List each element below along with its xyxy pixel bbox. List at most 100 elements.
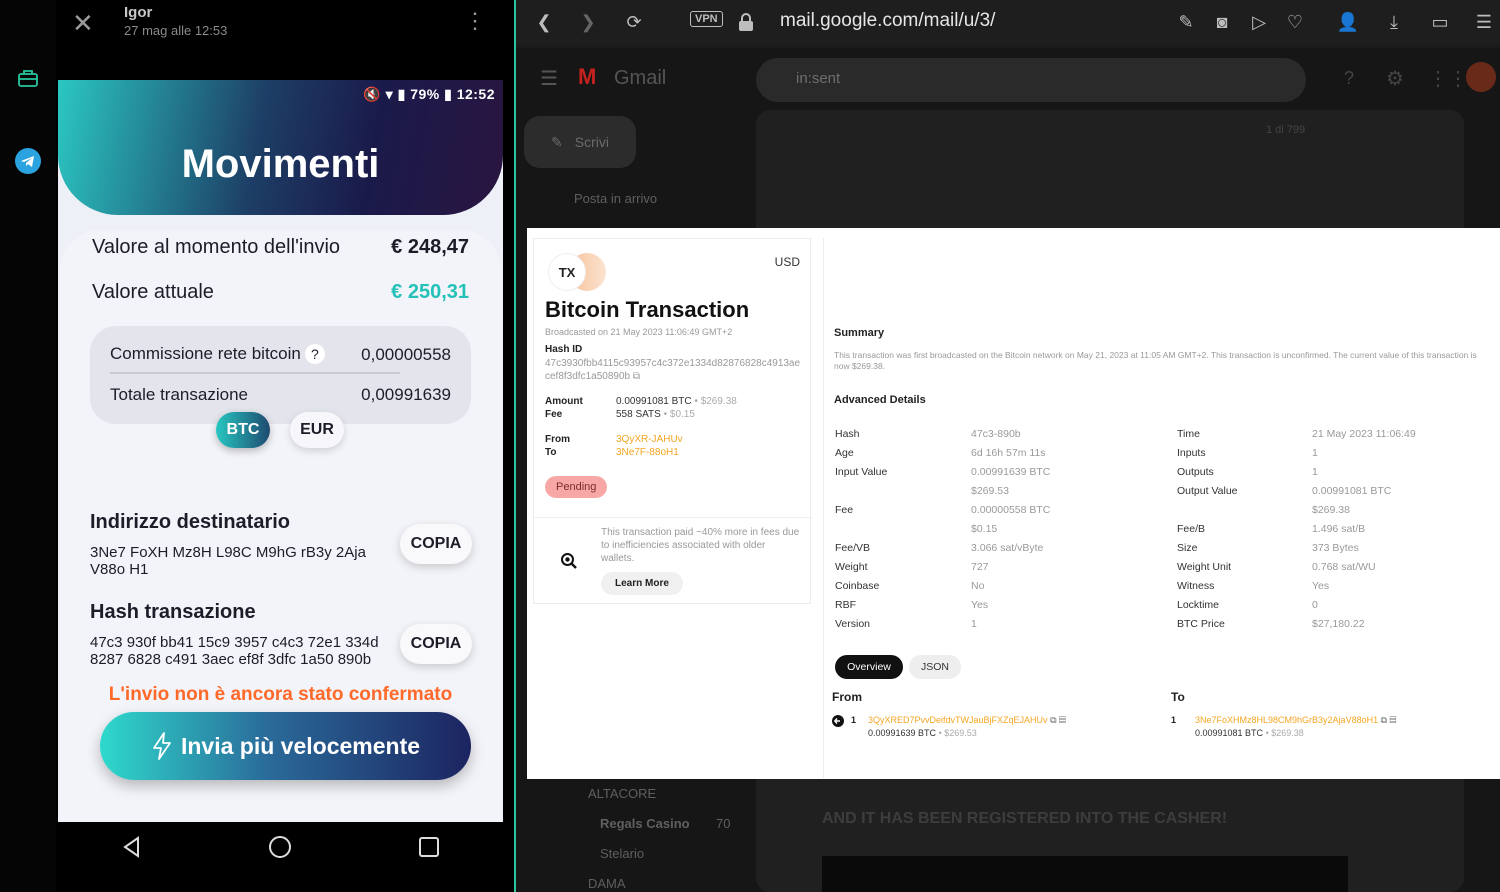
unconfirmed-warning: L'invio non è ancora stato confermato xyxy=(108,684,453,705)
detail-value: $0.15 xyxy=(971,523,998,535)
settings-icon[interactable]: ⚙ xyxy=(1386,66,1404,91)
address-bar[interactable]: mail.google.com/mail/u/3/ xyxy=(780,10,995,32)
magnifier-icon xyxy=(561,553,577,569)
detail-label: Input Value xyxy=(835,466,888,478)
copy-icon: ⧉ ▤ xyxy=(1380,715,1397,725)
send-icon[interactable]: ▷ xyxy=(1247,10,1271,34)
detail-label: Fee/B xyxy=(1177,523,1206,535)
tx-details: Summary This transaction was first broad… xyxy=(823,238,1500,778)
sidebar-item-altacore[interactable]: ALTACORE xyxy=(588,786,656,801)
gmail-search-input[interactable]: in:sent xyxy=(756,58,1306,102)
avatar[interactable] xyxy=(1466,62,1496,92)
fee-tip: This transaction paid ~40% more in fees … xyxy=(534,517,812,605)
reload-icon[interactable]: ⟳ xyxy=(622,10,646,34)
advanced-title: Advanced Details xyxy=(834,394,926,406)
battery-icon[interactable]: ▭ xyxy=(1428,10,1452,34)
sidebar-item-inbox[interactable]: Posta in arrivo xyxy=(574,191,657,206)
detail-value: Yes xyxy=(1312,580,1330,592)
learn-more-button[interactable]: Learn More xyxy=(601,572,683,595)
input-direction-icon xyxy=(832,715,844,729)
value-current: € 250,31 xyxy=(391,281,469,303)
detail-value: 47c3-890b xyxy=(971,428,1021,440)
tab-overview[interactable]: Overview xyxy=(835,655,903,679)
copy-icon[interactable]: ⧉ xyxy=(633,371,640,382)
detail-value: 373 Bytes xyxy=(1312,542,1359,554)
page-title: Movimenti xyxy=(181,142,380,186)
send-faster-button[interactable]: Invia più velocemente xyxy=(100,712,471,780)
fee-label: Commissione rete bitcoin? xyxy=(110,344,325,364)
heart-icon[interactable]: ♡ xyxy=(1283,10,1307,34)
more-vert-icon[interactable]: ⋮ xyxy=(464,8,486,34)
telegram-icon[interactable] xyxy=(14,147,42,175)
currency-eur-toggle[interactable]: EUR xyxy=(290,412,344,448)
sidebar-item-regals[interactable]: Regals Casino xyxy=(600,816,690,831)
detail-value: 0 xyxy=(1312,599,1318,611)
gmail-logo-icon: M xyxy=(578,64,597,89)
detail-value: 1 xyxy=(1312,466,1318,478)
detail-value: 0.00991639 BTC xyxy=(971,466,1051,478)
viewer-header: ✕ Igor 27 mag alle 12:53 ⋮ xyxy=(56,0,514,60)
sidebar-item-dama[interactable]: DAMA xyxy=(588,876,626,891)
lock-icon[interactable] xyxy=(734,10,758,34)
currency-selector[interactable]: USD xyxy=(775,255,800,269)
home-icon[interactable] xyxy=(268,835,292,859)
back-icon[interactable] xyxy=(120,835,144,859)
tab-json[interactable]: JSON xyxy=(909,655,961,679)
output-address-link[interactable]: 3Ne7FoXHMz8HL98CM9hGrB3y2AjaV88oH1 ⧉ ▤ xyxy=(1195,715,1396,726)
from-address-link[interactable]: 3QyXR-JAHUv xyxy=(616,434,683,445)
input-address-link[interactable]: 3QyXRED7PvvDeifdvTWJauBjFXZqEJAHUv ⧉ ▤ xyxy=(868,715,1066,726)
currency-btc-toggle[interactable]: BTC xyxy=(216,412,270,448)
hash-title: Hash transazione xyxy=(90,601,256,623)
pager: 1 di 799 xyxy=(1266,124,1306,136)
detail-value: 1.496 sat/B xyxy=(1312,523,1366,535)
detail-label: Locktime xyxy=(1177,599,1220,611)
detail-value: $269.53 xyxy=(971,485,1009,497)
camera-icon[interactable]: ◙ xyxy=(1210,10,1234,34)
browser-toolbar: ❮ ❯ ⟳ VPN mail.google.com/mail/u/3/ ✎ ◙ … xyxy=(516,0,1500,44)
forward-icon[interactable]: ❯ xyxy=(576,10,600,34)
compose-button[interactable]: ✎ Scrivi xyxy=(524,116,636,168)
detail-label: Outputs xyxy=(1177,466,1214,478)
hash-value: 47c3 930f bb41 15c9 3957 c4c3 72e1 334d … xyxy=(90,634,379,668)
to-address-link[interactable]: 3Ne7F-88oH1 xyxy=(616,447,679,458)
detail-label: Time xyxy=(1177,428,1200,440)
copy-hash-button[interactable]: COPIA xyxy=(400,624,472,664)
gmail-logo[interactable]: Gmail xyxy=(614,67,666,90)
to-title: To xyxy=(1171,690,1185,704)
detail-value: 1 xyxy=(971,618,977,630)
download-icon[interactable]: ⤓ xyxy=(1382,10,1406,34)
help-icon[interactable]: ? xyxy=(1344,68,1354,89)
detail-label: Fee/VB xyxy=(835,542,871,554)
recipient-address: 3Ne7 FoXH Mz8H L98C M9hG rB3y 2Aja V88o … xyxy=(90,544,366,578)
detail-label: RBF xyxy=(835,599,856,611)
detail-value: $269.38 xyxy=(1312,504,1350,516)
sidebar-item-stelario[interactable]: Stelario xyxy=(600,846,644,861)
detail-value: 6d 16h 57m 11s xyxy=(971,447,1046,459)
help-icon[interactable]: ? xyxy=(304,344,325,364)
edit-icon[interactable]: ✎ xyxy=(1174,10,1198,34)
copy-address-button[interactable]: COPIA xyxy=(400,524,472,564)
briefcase-icon[interactable] xyxy=(14,64,42,92)
back-icon[interactable]: ❮ xyxy=(532,10,556,34)
broadcast-time: Broadcasted on 21 May 2023 11:06:49 GMT+… xyxy=(545,327,733,337)
detail-value: 3.066 sat/vByte xyxy=(971,542,1044,554)
total-label: Totale transazione xyxy=(110,385,248,404)
apps-icon[interactable]: ⋮⋮ xyxy=(1428,66,1468,91)
fee-label: Fee xyxy=(545,409,563,420)
tx-card: TX USD Bitcoin Transaction Broadcasted o… xyxy=(533,238,812,605)
gmail-topbar: ☰ M Gmail in:sent ? ⚙ ⋮⋮ xyxy=(516,48,1500,110)
recents-icon[interactable] xyxy=(417,835,441,859)
detail-label: Inputs xyxy=(1177,447,1206,459)
tabs-menu-icon[interactable]: ☰ xyxy=(1472,10,1496,34)
output-index: 1 xyxy=(1171,715,1177,725)
compose-label: Scrivi xyxy=(574,134,609,150)
summary-text: This transaction was first broadcasted o… xyxy=(834,350,1477,371)
copy-icon: ⧉ ▤ xyxy=(1050,715,1066,725)
hamburger-icon[interactable]: ☰ xyxy=(540,66,558,91)
vpn-badge[interactable]: VPN xyxy=(690,11,723,27)
detail-value: 0.00991081 BTC xyxy=(1312,485,1392,497)
hash-id-label: Hash ID xyxy=(545,344,583,355)
sender-name: Igor xyxy=(124,4,153,21)
close-icon[interactable]: ✕ xyxy=(72,8,94,39)
profile-icon[interactable]: 👤 xyxy=(1336,10,1360,34)
